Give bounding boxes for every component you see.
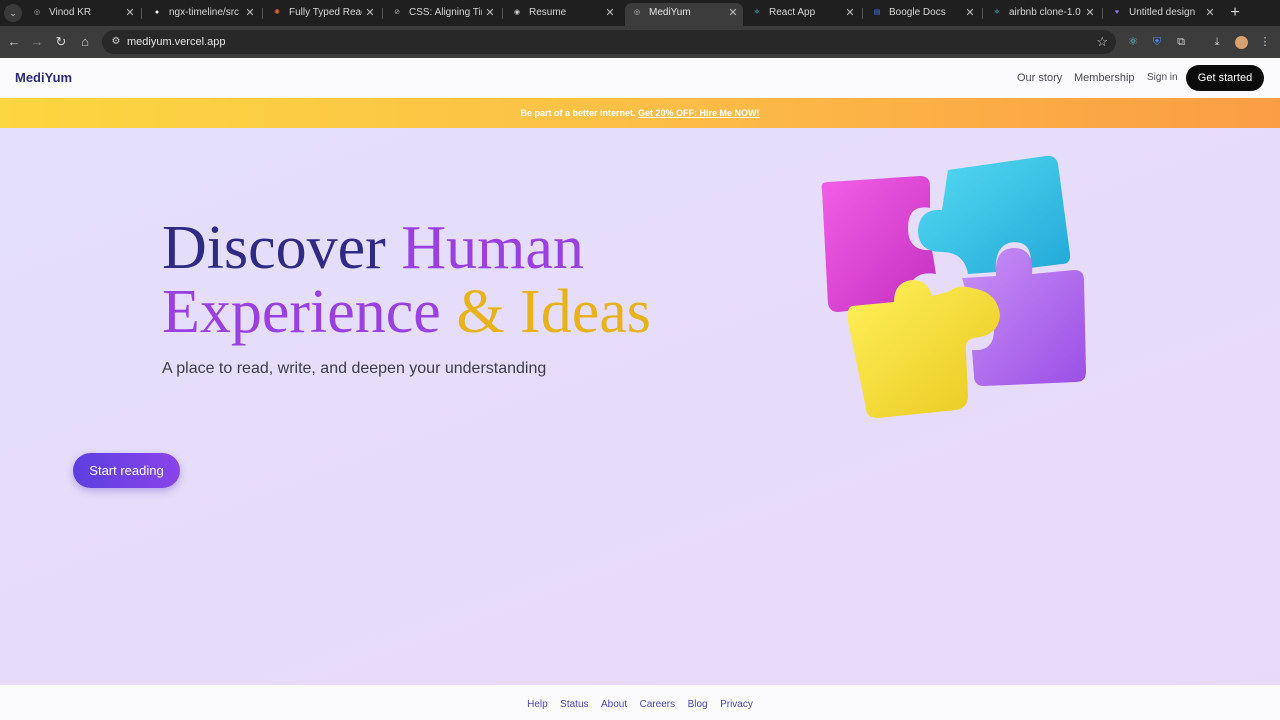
tab-airbnb-clone[interactable]: ⚛ airbnb clone-1.0 ✕ bbox=[985, 3, 1100, 26]
close-icon[interactable]: ✕ bbox=[1084, 3, 1096, 23]
tab-title: MediYum bbox=[649, 7, 691, 18]
footer-link-blog[interactable]: Blog bbox=[688, 687, 708, 720]
promo-text: Be part of a better internet. bbox=[520, 108, 636, 118]
tab-divider bbox=[862, 8, 863, 19]
react-icon: ⚛ bbox=[993, 9, 1001, 16]
tab-title: airbnb clone-1.0 bbox=[1009, 7, 1081, 18]
footer-link-status[interactable]: Status bbox=[560, 687, 588, 720]
close-icon[interactable]: ✕ bbox=[364, 3, 376, 23]
hero-heading: Discover Human Experience & Ideas bbox=[162, 216, 651, 344]
react-icon: ⚛ bbox=[753, 9, 761, 16]
canva-heart-icon: ♥ bbox=[1114, 9, 1120, 16]
tab-title: ngx-timeline/src bbox=[169, 7, 240, 18]
nav-our-story[interactable]: Our story bbox=[1017, 58, 1062, 98]
tab-title: Boogle Docs bbox=[889, 7, 946, 18]
tab-title: CSS: Aligning Tir bbox=[409, 7, 482, 18]
extensions-puzzle-icon[interactable]: ⧉ bbox=[1171, 32, 1191, 52]
hero-heading-word-human: Human bbox=[401, 214, 584, 282]
tab-title: React App bbox=[769, 7, 816, 18]
close-icon[interactable]: ✕ bbox=[844, 3, 856, 23]
browser-tab-strip: ⌄ ◎ Vinod KR ✕ ● ngx-timeline/src ✕ ✺ Fu… bbox=[0, 0, 1280, 26]
tab-title: Fully Typed Reac bbox=[289, 7, 362, 18]
close-icon[interactable]: ✕ bbox=[484, 3, 496, 23]
bookmark-star-icon[interactable]: ☆ bbox=[1096, 33, 1108, 51]
tab-boogle-docs[interactable]: ▤ Boogle Docs ✕ bbox=[865, 3, 980, 26]
footer-link-careers[interactable]: Careers bbox=[640, 687, 676, 720]
url-text[interactable]: mediyum.vercel.app bbox=[127, 30, 225, 54]
hero-heading-word-ideas: & Ideas bbox=[456, 278, 651, 346]
tab-resume[interactable]: ◉ Resume ✕ bbox=[505, 3, 620, 26]
docs-icon: ▤ bbox=[873, 9, 881, 16]
download-icon[interactable]: ⤓ bbox=[1207, 32, 1227, 52]
tab-divider bbox=[382, 8, 383, 19]
promo-banner: Be part of a better internet. Get 20% OF… bbox=[0, 98, 1280, 128]
tab-divider bbox=[982, 8, 983, 19]
site-footer: Help Status About Careers Blog Privacy bbox=[0, 685, 1280, 720]
tab-divider bbox=[502, 8, 503, 19]
promo-link[interactable]: Get 20% OFF: Hire Me NOW! bbox=[638, 108, 760, 118]
site-info-icon[interactable]: ⚙ bbox=[110, 36, 122, 48]
tab-title: Resume bbox=[529, 7, 567, 18]
footer-link-about[interactable]: About bbox=[601, 687, 627, 720]
close-icon[interactable]: ✕ bbox=[244, 3, 256, 23]
tab-css-aligning[interactable]: ⊘ CSS: Aligning Tir ✕ bbox=[385, 3, 500, 26]
shield-extension-icon[interactable]: ⛨ bbox=[1147, 32, 1167, 52]
tab-ngx-timeline[interactable]: ● ngx-timeline/src ✕ bbox=[145, 3, 260, 26]
tab-vinod-kr[interactable]: ◎ Vinod KR ✕ bbox=[25, 3, 140, 26]
tab-divider bbox=[262, 8, 263, 19]
tab-untitled-design[interactable]: ♥ Untitled design ✕ bbox=[1105, 3, 1220, 26]
close-icon[interactable]: ✕ bbox=[604, 3, 616, 23]
hero-heading-word-discover: Discover bbox=[162, 214, 386, 282]
footer-link-help[interactable]: Help bbox=[527, 687, 548, 720]
github-icon: ● bbox=[154, 9, 160, 16]
tab-divider bbox=[1102, 8, 1103, 19]
link-icon: ⊘ bbox=[394, 9, 400, 16]
site-header: MediYum Our story Membership Sign in Get… bbox=[0, 58, 1280, 98]
tab-react-app[interactable]: ⚛ React App ✕ bbox=[745, 3, 860, 26]
address-bar[interactable]: ⚙ mediyum.vercel.app ☆ bbox=[102, 30, 1116, 54]
get-started-button[interactable]: Get started bbox=[1186, 65, 1264, 91]
close-icon[interactable]: ✕ bbox=[727, 3, 739, 23]
puzzle-illustration bbox=[821, 155, 1086, 418]
tab-mediyum[interactable]: ◎ MediYum ✕ bbox=[625, 3, 743, 26]
close-icon[interactable]: ✕ bbox=[124, 3, 136, 23]
close-icon[interactable]: ✕ bbox=[1204, 3, 1216, 23]
puzzle-piece-cyan bbox=[918, 155, 1071, 274]
tab-fully-typed-react[interactable]: ✺ Fully Typed Reac ✕ bbox=[265, 3, 380, 26]
tab-search-chevron-icon[interactable]: ⌄ bbox=[4, 4, 22, 22]
tab-title: Vinod KR bbox=[49, 7, 92, 18]
home-icon[interactable]: ⌂ bbox=[75, 32, 95, 52]
browser-menu-icon[interactable]: ⋮ bbox=[1255, 32, 1275, 52]
start-reading-button[interactable]: Start reading bbox=[73, 453, 180, 488]
close-icon[interactable]: ✕ bbox=[964, 3, 976, 23]
react-devtools-extension-icon[interactable]: ⚛ bbox=[1123, 32, 1143, 52]
hero-heading-word-experience: Experience bbox=[162, 278, 441, 346]
globe-icon: ◎ bbox=[633, 9, 641, 16]
globe-icon: ◎ bbox=[33, 9, 41, 16]
globe-icon: ◉ bbox=[513, 9, 521, 16]
footer-link-privacy[interactable]: Privacy bbox=[720, 687, 753, 720]
back-arrow-icon[interactable]: ← bbox=[4, 32, 24, 52]
site-logo[interactable]: MediYum bbox=[15, 58, 72, 98]
forward-arrow-icon[interactable]: → bbox=[27, 32, 47, 52]
hero-subtitle: A place to read, write, and deepen your … bbox=[162, 360, 547, 377]
page-viewport: MediYum Our story Membership Sign in Get… bbox=[0, 58, 1280, 720]
browser-toolbar: ← → ↻ ⌂ ⚙ mediyum.vercel.app ☆ ⚛ ⛨ ⧉ ⤓ ⋮ bbox=[0, 26, 1280, 58]
tab-title: Untitled design bbox=[1129, 7, 1196, 18]
nav-membership[interactable]: Membership bbox=[1074, 58, 1135, 98]
reload-icon[interactable]: ↻ bbox=[51, 32, 71, 52]
new-tab-plus-icon[interactable]: + bbox=[1226, 4, 1244, 22]
profile-avatar-icon[interactable] bbox=[1231, 32, 1251, 52]
react-burst-icon: ✺ bbox=[274, 9, 280, 16]
nav-sign-in[interactable]: Sign in bbox=[1147, 58, 1178, 98]
tab-divider bbox=[141, 8, 142, 19]
